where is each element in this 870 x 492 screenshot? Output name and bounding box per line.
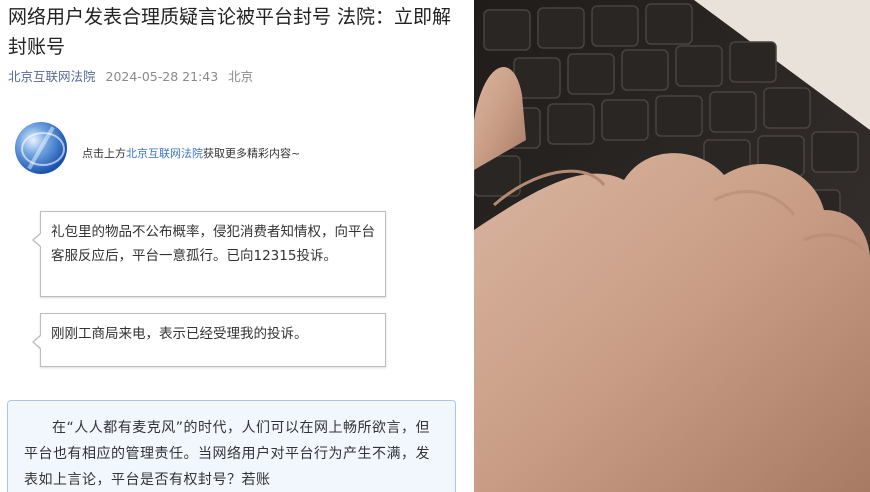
author-link[interactable]: 北京互联网法院 xyxy=(8,69,96,84)
court-logo-icon xyxy=(15,122,67,174)
intro-paragraph: 在“人人都有麦克风”的时代，人们可以在网上畅所欲言，但平台也有相应的管理责任。当… xyxy=(24,420,431,488)
keyboard-typing-photo xyxy=(474,0,870,492)
promo-account-link[interactable]: 北京互联网法院 xyxy=(126,147,203,160)
follow-prompt: 点击上方北京互联网法院获取更多精彩内容~ xyxy=(82,145,300,161)
article-title: 网络用户发表合理质疑言论被平台封号 法院：立即解封账号 xyxy=(8,6,452,58)
intro-quote-box: 在“人人都有麦克风”的时代，人们可以在网上畅所欲言，但平台也有相应的管理责任。当… xyxy=(7,400,456,492)
promo-suffix: 获取更多精彩内容~ xyxy=(203,147,301,160)
publish-location: 北京 xyxy=(228,69,254,84)
article-meta: 北京互联网法院 2024-05-28 21:43 北京 xyxy=(8,66,253,85)
message-bubble: 礼包里的物品不公布概率，侵犯消费者知情权，向平台客服反应后，平台一意孤行。已向1… xyxy=(32,211,386,297)
publish-datetime: 2024-05-28 21:43 xyxy=(105,69,219,84)
message-bubble: 刚刚工商局来电，表示已经受理我的投诉。 xyxy=(32,313,386,367)
article-panel: 网络用户发表合理质疑言论被平台封号 法院：立即解封账号 北京互联网法院 2024… xyxy=(0,0,474,492)
promo-prefix: 点击上方 xyxy=(82,147,126,160)
keyboard-image xyxy=(474,0,870,492)
